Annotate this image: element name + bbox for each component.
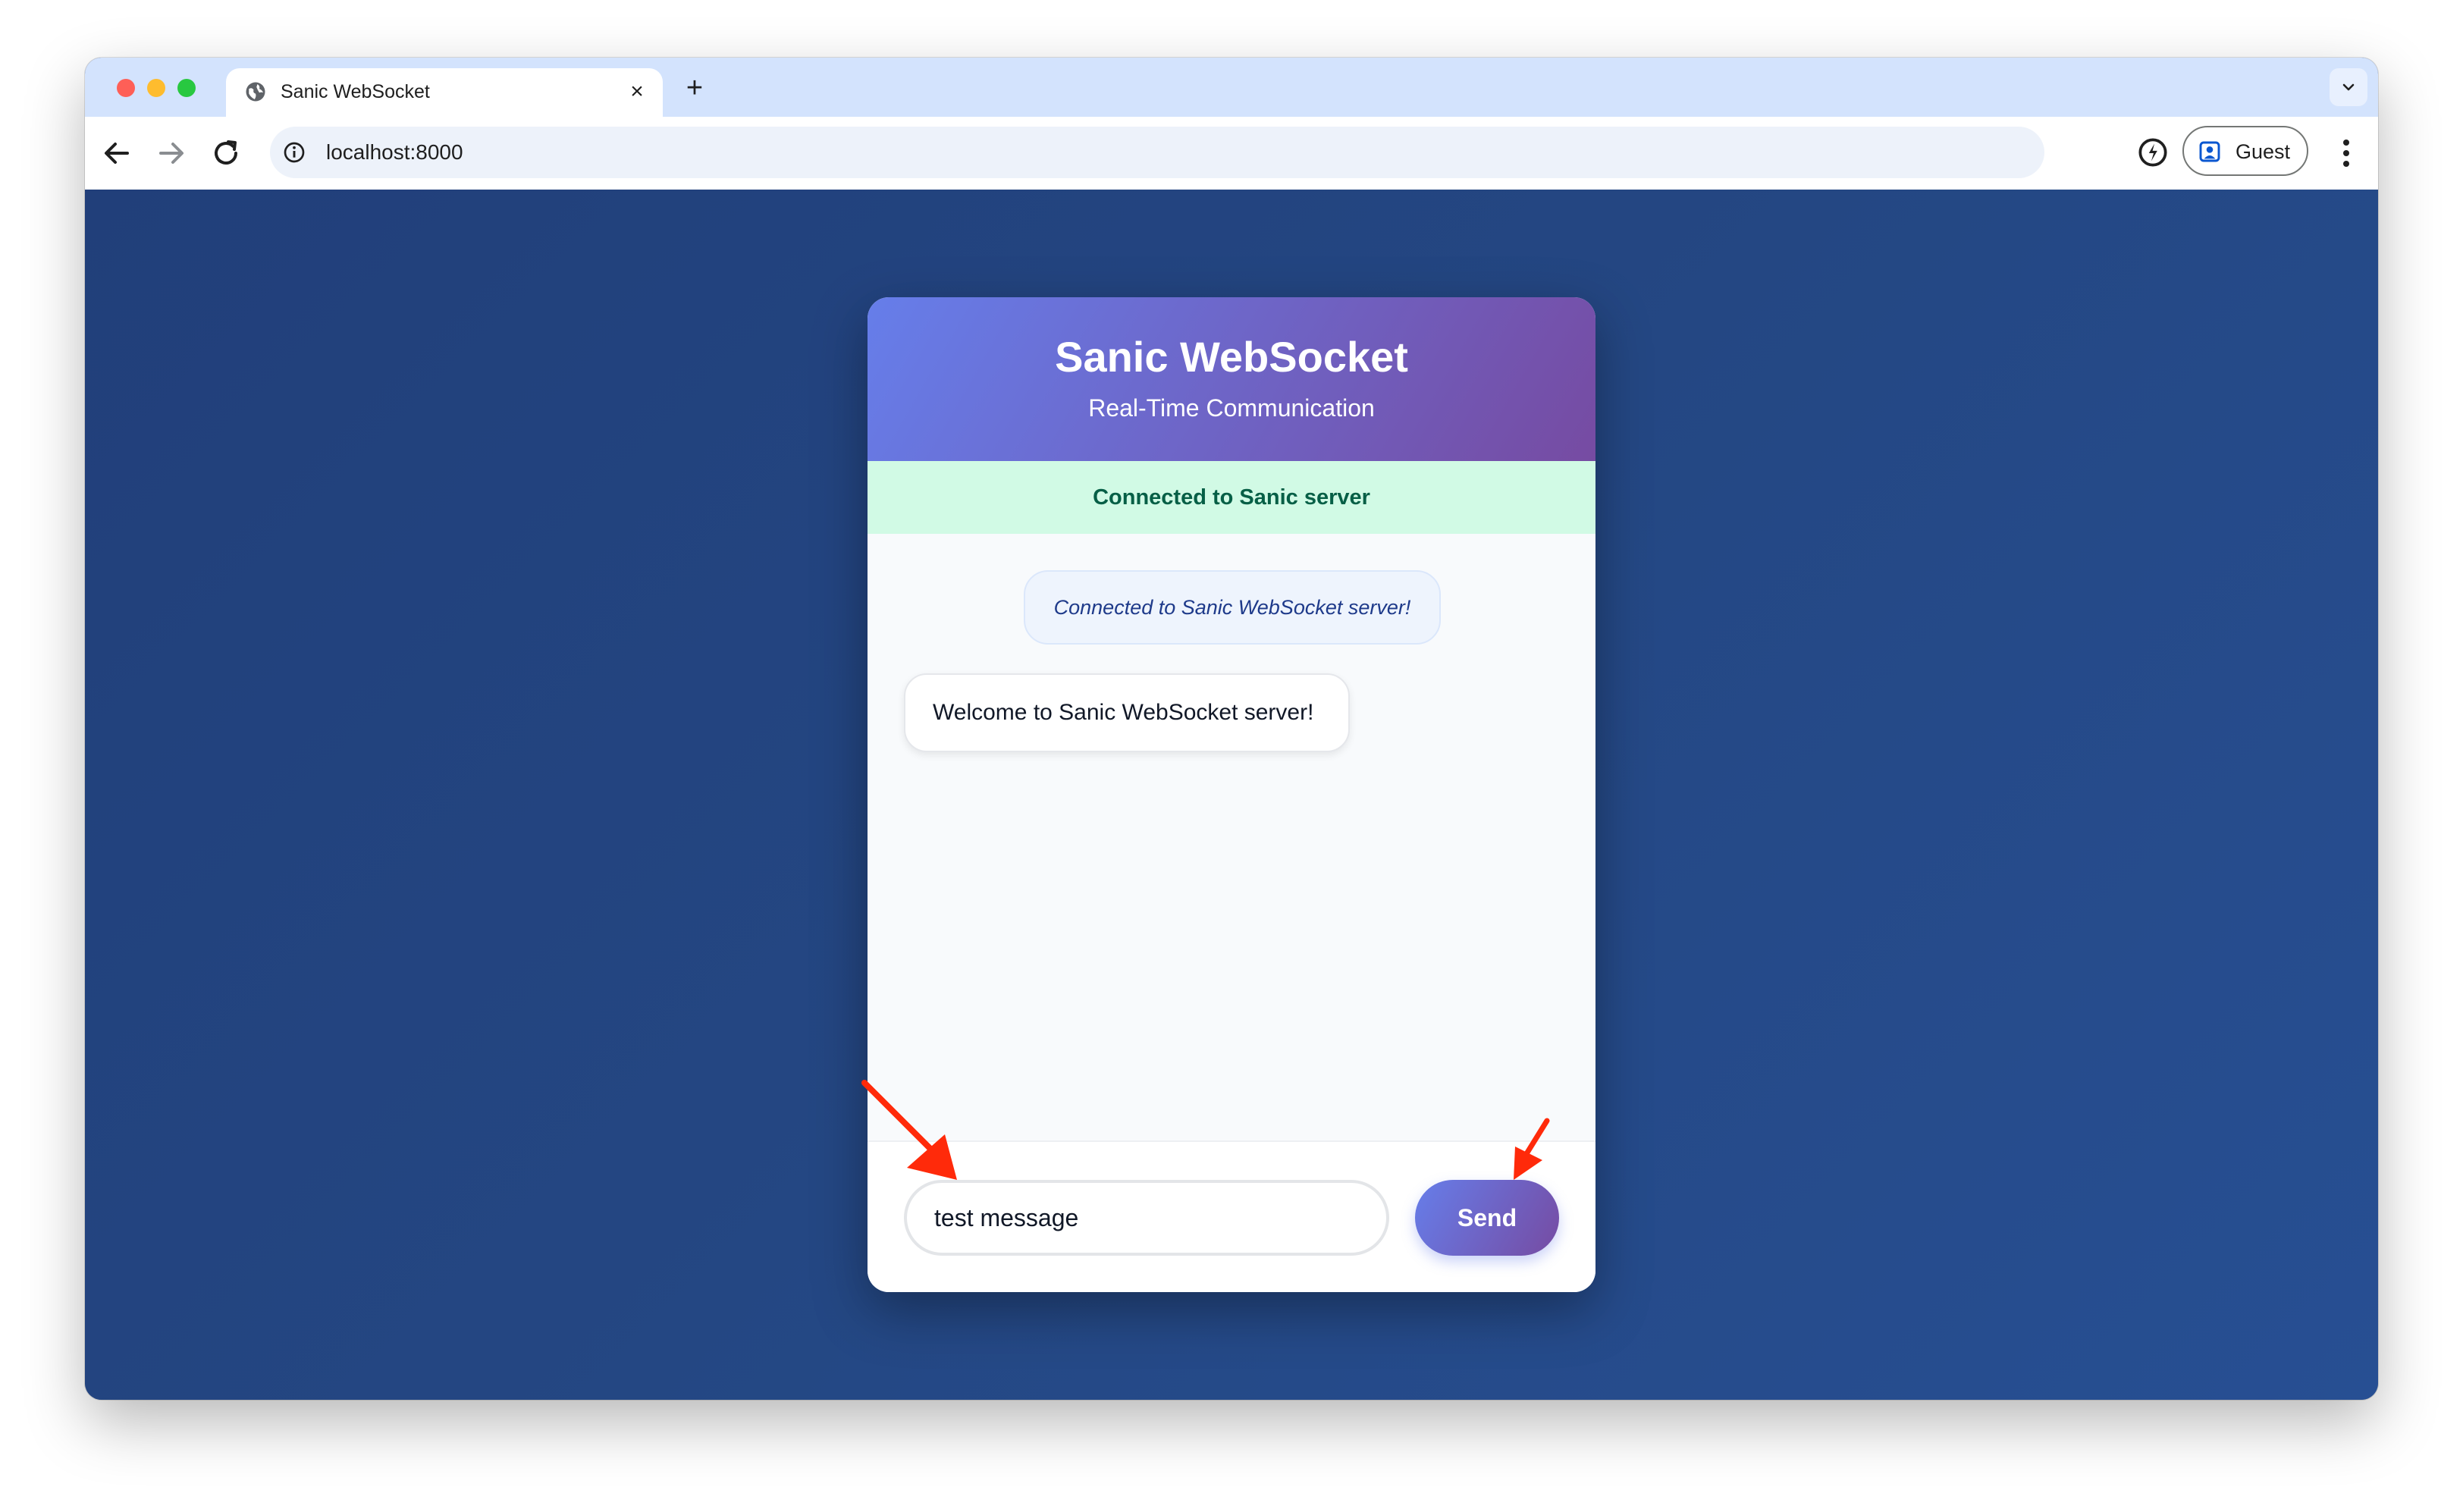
page-title: Sanic WebSocket	[1055, 333, 1408, 381]
browser-toolbar: localhost:8000 Guest	[85, 117, 2378, 191]
tab-bar: Sanic WebSocket × +	[85, 58, 2378, 117]
message-input[interactable]	[904, 1180, 1389, 1256]
message-list[interactable]: Connected to Sanic WebSocket server! Wel…	[868, 534, 1595, 1140]
page-viewport: Sanic WebSocket Real-Time Communication …	[85, 190, 2378, 1400]
globe-icon	[246, 82, 265, 102]
profile-label: Guest	[2236, 140, 2291, 163]
kebab-menu-icon[interactable]	[2328, 135, 2364, 171]
send-button[interactable]: Send	[1415, 1180, 1559, 1256]
info-icon[interactable]	[282, 140, 306, 165]
tab-sanic-websocket[interactable]: Sanic WebSocket ×	[226, 68, 663, 117]
back-arrow-icon[interactable]	[99, 135, 135, 171]
reload-icon[interactable]	[208, 135, 244, 171]
minimize-window-button[interactable]	[147, 79, 165, 97]
maximize-window-button[interactable]	[177, 79, 196, 97]
chat-card: Sanic WebSocket Real-Time Communication …	[868, 297, 1595, 1292]
tab-search-button[interactable]	[2330, 68, 2367, 106]
extension-icon[interactable]	[2134, 133, 2172, 171]
incoming-message: Welcome to Sanic WebSocket server!	[904, 673, 1350, 752]
profile-icon	[2199, 141, 2220, 162]
url-text: localhost:8000	[326, 140, 463, 164]
tab-title: Sanic WebSocket	[281, 81, 430, 102]
profile-button[interactable]: Guest	[2182, 126, 2308, 176]
address-bar[interactable]: localhost:8000	[270, 127, 2044, 178]
browser-window: Sanic WebSocket × + localhost:8000 Guest…	[85, 58, 2378, 1400]
system-message: Connected to Sanic WebSocket server!	[1024, 570, 1441, 645]
status-badge: Connected to Sanic server	[868, 461, 1595, 534]
plus-icon[interactable]: +	[679, 73, 710, 103]
page-subtitle: Real-Time Communication	[1088, 394, 1375, 422]
close-window-button[interactable]	[117, 79, 135, 97]
chat-header: Sanic WebSocket Real-Time Communication	[868, 297, 1595, 461]
message-composer: Send	[868, 1140, 1595, 1292]
chevron-down-icon	[2342, 83, 2355, 91]
forward-arrow-icon[interactable]	[153, 135, 190, 171]
close-icon[interactable]: ×	[625, 80, 649, 104]
